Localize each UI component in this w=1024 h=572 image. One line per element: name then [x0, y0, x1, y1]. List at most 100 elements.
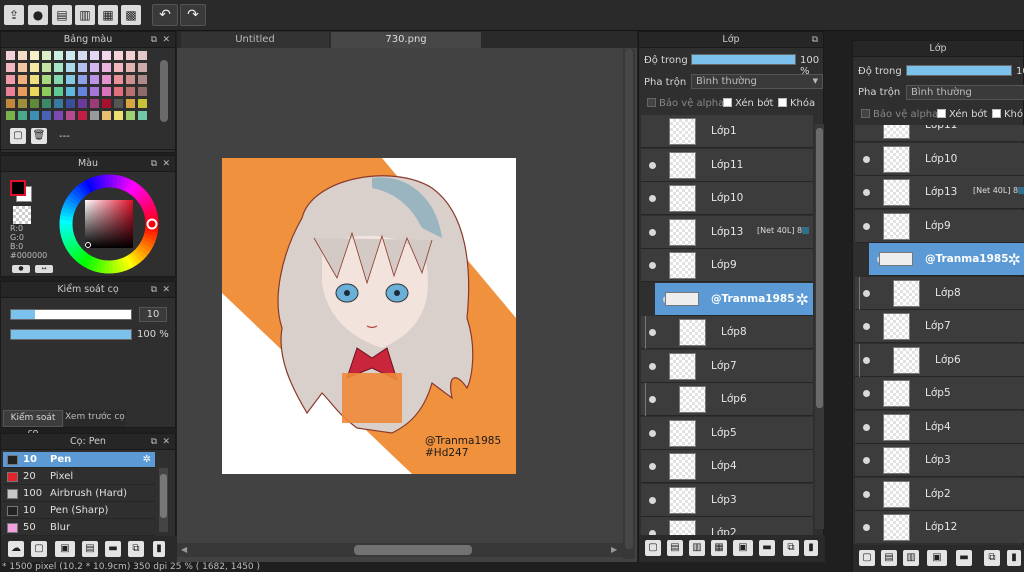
palette-swatch[interactable] — [90, 99, 99, 108]
tab-brush-preview[interactable]: Xem trước cọ — [64, 410, 126, 427]
canvas-horizontal-scrollbar[interactable]: ◀ ▶ — [177, 543, 623, 557]
palette-swatch[interactable] — [66, 75, 75, 84]
folder-icon[interactable]: ▬ — [759, 540, 775, 556]
layer-row[interactable]: Lớp6 — [641, 383, 813, 416]
palette-swatch[interactable] — [90, 111, 99, 120]
layer-row[interactable]: Lớp3 — [641, 483, 813, 517]
palette-swatch[interactable] — [126, 111, 135, 120]
palette-swatch[interactable] — [42, 87, 51, 96]
new-halftone-layer-icon[interactable]: ▤ — [667, 540, 683, 556]
layer-row[interactable]: Lớp1 — [641, 115, 813, 148]
eye-icon[interactable] — [649, 262, 656, 269]
redo-icon[interactable]: ↷ — [180, 4, 206, 26]
palette-swatch[interactable] — [18, 99, 27, 108]
new-layer-icon[interactable]: ▢ — [645, 540, 661, 556]
speech-bubble-icon[interactable]: ● — [28, 5, 48, 25]
palette-swatch[interactable] — [78, 63, 87, 72]
eye-icon[interactable] — [863, 289, 870, 297]
palette-swatch[interactable] — [138, 87, 147, 96]
eye-icon[interactable] — [863, 155, 870, 163]
palette-swatch[interactable] — [66, 63, 75, 72]
trash-icon[interactable]: 🗑 — [31, 128, 47, 144]
new-halftone-layer-icon[interactable]: ▤ — [881, 550, 897, 566]
popout-icon[interactable]: ⧉ — [812, 32, 818, 48]
layer-row[interactable]: Lớp4 — [855, 410, 1024, 444]
layer-row[interactable]: Lớp9 — [855, 209, 1024, 243]
eye-icon[interactable] — [649, 429, 656, 437]
layer-row[interactable]: Lớp10 — [641, 182, 813, 215]
palette-swatch[interactable] — [6, 99, 15, 108]
gear-icon[interactable]: ✲ — [796, 290, 809, 309]
brush-settings-icon[interactable]: ▤ — [82, 541, 98, 557]
palette-swatch[interactable] — [30, 99, 39, 108]
duplicate-icon[interactable]: ⧉ — [128, 541, 144, 557]
export-icon[interactable]: ⇪ — [4, 5, 24, 25]
layer-row[interactable]: Lớp6 — [855, 343, 1024, 377]
merge-layer-icon[interactable]: ▮ — [1007, 550, 1021, 566]
eye-icon[interactable] — [863, 524, 870, 531]
palette-swatch[interactable] — [54, 51, 63, 60]
palette-swatch[interactable] — [18, 63, 27, 72]
eye-icon[interactable] — [863, 189, 870, 196]
palette-swatch[interactable] — [138, 63, 147, 72]
eye-icon[interactable] — [863, 323, 870, 330]
palette-scrollbar[interactable] — [160, 60, 168, 122]
canvas-vertical-scrollbar[interactable] — [623, 49, 635, 559]
tab-730-png[interactable]: 730.png — [331, 32, 481, 48]
folder-icon[interactable]: ▬ — [105, 541, 121, 557]
palette-swatch[interactable] — [6, 87, 15, 96]
layer-row[interactable]: Lớp7 — [855, 310, 1024, 343]
eye-icon[interactable] — [649, 496, 656, 504]
palette-swatch[interactable] — [114, 75, 123, 84]
close-icon[interactable]: ✕ — [162, 156, 170, 172]
layer-opacity-slider[interactable] — [691, 54, 796, 65]
brush-size-value[interactable]: 10 — [139, 307, 167, 322]
palette-swatch[interactable] — [18, 51, 27, 60]
palette-swatch[interactable] — [66, 111, 75, 120]
palette-swatch[interactable] — [42, 51, 51, 60]
layer-folder-row[interactable]: @Tranma1985 ✲ — [869, 243, 1024, 276]
palette-swatch[interactable] — [102, 51, 111, 60]
protect-alpha-checkbox[interactable]: Bảo vệ alpha — [647, 98, 724, 109]
close-icon[interactable]: ✕ — [162, 434, 170, 450]
palette-swatch[interactable] — [114, 99, 123, 108]
palette-swatch[interactable] — [42, 75, 51, 84]
palette-swatch[interactable] — [78, 75, 87, 84]
tab-untitled[interactable]: Untitled — [181, 32, 329, 48]
palette-swatch[interactable] — [138, 75, 147, 84]
eye-icon[interactable] — [649, 195, 656, 202]
palette-swatch[interactable] — [138, 111, 147, 120]
merge-layer-icon[interactable]: ▮ — [804, 540, 818, 556]
palette-swatch[interactable] — [66, 99, 75, 108]
layer-row[interactable]: Lớp12 — [855, 511, 1024, 543]
close-icon[interactable]: ✕ — [162, 282, 170, 298]
layer-list-scrollbar[interactable] — [815, 124, 824, 529]
eye-icon[interactable] — [863, 356, 870, 364]
palette-swatch[interactable] — [66, 87, 75, 96]
palette-swatch[interactable] — [18, 75, 27, 84]
eye-icon[interactable] — [649, 329, 656, 336]
artwork-canvas[interactable]: @Tranma1985 #Hd247 — [222, 158, 516, 474]
palette-swatch[interactable] — [30, 111, 39, 120]
brush-item[interactable]: 10 Pen ✲ — [3, 452, 155, 468]
layer-2-lock-checkbox[interactable]: Khó — [992, 109, 1023, 120]
layer-row[interactable]: Lớp5 — [855, 377, 1024, 410]
palette-swatch[interactable] — [78, 51, 87, 60]
layer-settings-icon[interactable]: ▥ — [903, 550, 919, 566]
eye-icon[interactable] — [649, 161, 656, 169]
brush-item[interactable]: 50 Blur — [3, 520, 155, 536]
scroll-right-icon[interactable]: ▶ — [611, 545, 617, 554]
palette-swatch[interactable] — [54, 99, 63, 108]
new-layer-icon[interactable]: ▢ — [859, 550, 875, 566]
transparent-color-swatch[interactable] — [13, 206, 31, 224]
color-wheel[interactable] — [59, 174, 159, 274]
palette-swatch[interactable] — [78, 87, 87, 96]
palette-swatch[interactable] — [126, 63, 135, 72]
palette-swatch[interactable] — [90, 63, 99, 72]
palette-swatch[interactable] — [90, 75, 99, 84]
layer-row[interactable]: Lớp13 [Net 40L] 8 — [855, 176, 1024, 209]
gear-icon[interactable]: ✲ — [1008, 250, 1021, 269]
palette-swatch[interactable] — [126, 99, 135, 108]
layer-mask-icon[interactable]: ▦ — [711, 540, 727, 556]
layer-row[interactable]: Lớp2 — [855, 477, 1024, 511]
